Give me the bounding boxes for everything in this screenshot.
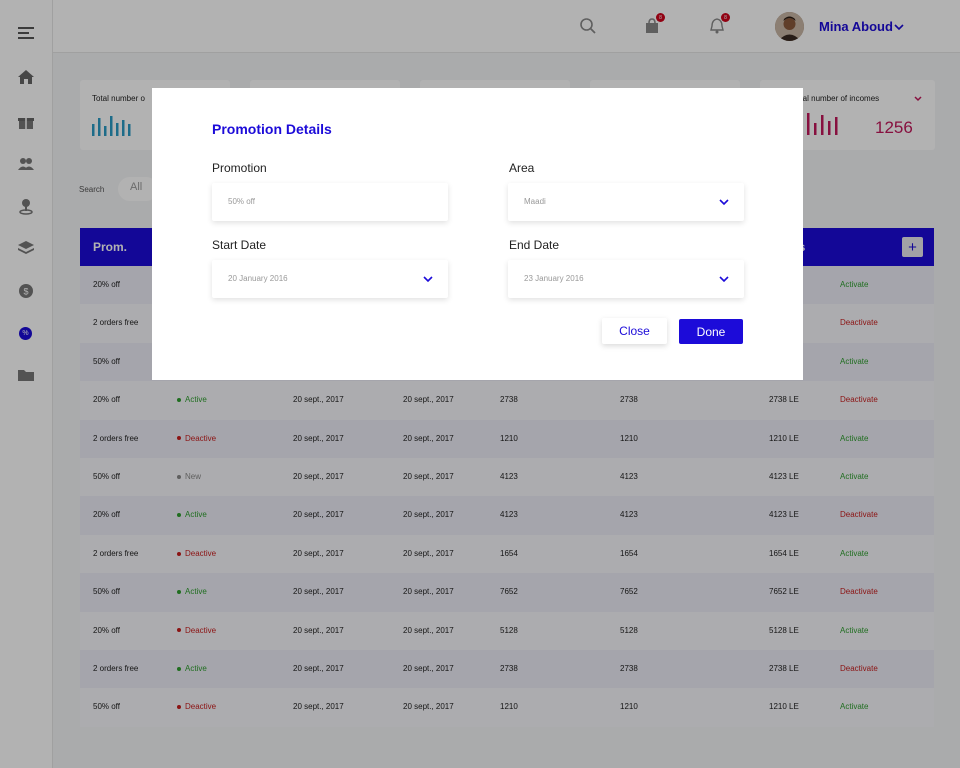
chevron-down-icon xyxy=(719,276,729,283)
promotion-details-modal: Promotion Details Promotion 50% off Area… xyxy=(152,88,803,380)
end-date-select[interactable]: 23 January 2016 xyxy=(508,260,744,298)
chevron-down-icon xyxy=(719,199,729,206)
promotion-field[interactable]: 50% off xyxy=(212,183,448,221)
end-date-value: 23 January 2016 xyxy=(524,274,584,283)
close-button[interactable]: Close xyxy=(602,318,667,344)
done-button[interactable]: Done xyxy=(679,319,743,344)
promotion-label: Promotion xyxy=(212,161,267,175)
area-select[interactable]: Maadi xyxy=(508,183,744,221)
start-date-select[interactable]: 20 January 2016 xyxy=(212,260,448,298)
start-date-value: 20 January 2016 xyxy=(228,274,288,283)
chevron-down-icon xyxy=(423,276,433,283)
start-date-label: Start Date xyxy=(212,238,267,252)
end-date-label: End Date xyxy=(509,238,560,252)
area-label: Area xyxy=(509,161,535,175)
modal-title: Promotion Details xyxy=(212,121,332,137)
area-value: Maadi xyxy=(524,197,546,206)
promotion-value: 50% off xyxy=(228,197,255,206)
